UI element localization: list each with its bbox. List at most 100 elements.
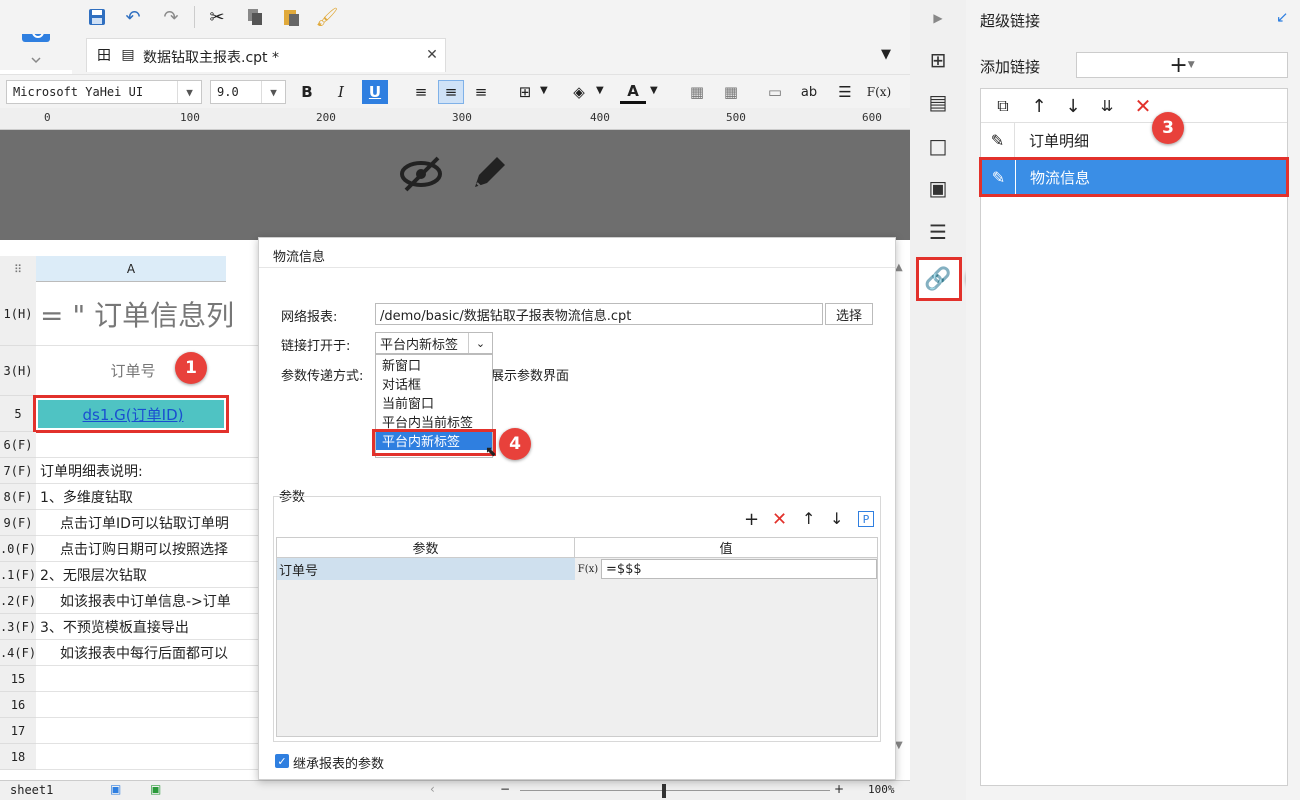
param-value-input[interactable]: =$$$	[601, 559, 877, 579]
sheet-cell[interactable]: 点击订单ID可以钻取订单明	[36, 510, 258, 536]
save-icon[interactable]	[84, 4, 110, 30]
paste-icon[interactable]	[278, 4, 304, 30]
row-header[interactable]: 16	[0, 692, 36, 718]
link-item-selected[interactable]: ✎ 物流信息	[982, 160, 1286, 194]
add-param-icon[interactable]: +	[744, 509, 759, 530]
font-color-icon[interactable]: A	[620, 80, 646, 104]
move-up-icon[interactable]: ↑	[1027, 94, 1051, 118]
chevron-down-icon[interactable]: ▼	[650, 85, 658, 96]
scroll-up-icon[interactable]: ▲	[895, 262, 903, 273]
link-item[interactable]: ✎ 订单明细	[981, 123, 1287, 157]
sheet-cell[interactable]	[36, 432, 258, 458]
dropdown-option[interactable]: 当前窗口	[376, 393, 492, 412]
row-header[interactable]: .2(F)	[0, 588, 36, 614]
row-header[interactable]: 17	[0, 718, 36, 744]
zoom-slider-thumb[interactable]	[662, 784, 666, 798]
add-link-button[interactable]: + ▼	[1076, 52, 1288, 78]
font-size-select[interactable]: 9.0 ▼	[210, 80, 286, 104]
close-icon[interactable]: ✕	[423, 46, 441, 64]
widget-icon[interactable]: ▣	[924, 174, 952, 202]
row-header[interactable]: 8(F)	[0, 484, 36, 510]
row-header[interactable]: 3(H)	[0, 346, 36, 396]
move-up-icon[interactable]: ↑	[802, 509, 815, 528]
row-header[interactable]: 5	[0, 396, 36, 432]
zoom-out-icon[interactable]: −	[500, 782, 510, 796]
align-left-icon[interactable]: ≡	[408, 80, 434, 104]
delete-link-icon[interactable]: ✕	[1131, 94, 1155, 118]
scroll-down-icon[interactable]: ▼	[895, 740, 903, 751]
open-in-select[interactable]: 平台内新标签 ⌄	[375, 332, 493, 354]
report-path-input[interactable]: /demo/basic/数据钻取子报表物流信息.cpt	[375, 303, 823, 325]
param-name-cell[interactable]: 订单号	[277, 558, 575, 580]
paragraph-icon[interactable]: ☰	[832, 80, 858, 104]
copy-link-icon[interactable]: ⧉	[991, 94, 1015, 118]
row-header[interactable]: 15	[0, 666, 36, 692]
hyperlink-icon[interactable]: 🔗	[924, 265, 952, 293]
cell-element-icon[interactable]: ⊞	[924, 46, 952, 74]
sheet-cell[interactable]	[36, 666, 258, 692]
sheet-cell[interactable]	[36, 744, 258, 770]
sheet-cell[interactable]: 1、多维度钻取	[36, 484, 258, 510]
inherit-checkbox[interactable]: ✓	[275, 754, 289, 768]
row-header[interactable]: 18	[0, 744, 36, 770]
sheet-cell[interactable]: 如该报表中订单信息->订单	[36, 588, 258, 614]
cut-icon[interactable]: ✂	[204, 4, 230, 30]
move-down-icon[interactable]: ↓	[830, 509, 843, 528]
row-header[interactable]: .1(F)	[0, 562, 36, 588]
text-button[interactable]: ab	[796, 80, 822, 104]
merge-cells-icon[interactable]: ▦	[684, 80, 710, 104]
zoom-in-icon[interactable]: +	[834, 782, 844, 796]
split-cells-icon[interactable]: ▦	[718, 80, 744, 104]
sheet-tab[interactable]: sheet1	[10, 783, 53, 797]
align-center-icon[interactable]: ≡	[438, 80, 464, 104]
tab-menu-icon[interactable]: ▼	[876, 44, 896, 64]
fill-color-icon[interactable]: ◈	[566, 80, 592, 104]
sheet-cell[interactable]	[36, 692, 258, 718]
sheet-cell[interactable]	[36, 718, 258, 744]
sheet-cell[interactable]: 3、不预览模板直接导出	[36, 614, 258, 640]
scroll-left-icon[interactable]: ‹	[430, 782, 435, 796]
format-painter-icon[interactable]: 🖌	[314, 4, 340, 30]
formula-icon[interactable]: F(x)	[577, 560, 599, 578]
collapse-arrow-icon[interactable]: ▶	[924, 4, 952, 32]
dropdown-option[interactable]: 对话框	[376, 374, 492, 393]
float-element-icon[interactable]: □	[924, 132, 952, 160]
dropdown-option[interactable]: 新窗口	[376, 355, 492, 374]
sheet-cell[interactable]: 点击订购日期可以按照选择	[36, 536, 258, 562]
cell-attribute-icon[interactable]: ▤	[924, 88, 952, 116]
move-down-icon[interactable]: ↓	[1061, 94, 1085, 118]
add-poly-sheet-icon[interactable]: ▣	[150, 782, 161, 796]
italic-button[interactable]: I	[328, 80, 354, 104]
sheet-cell[interactable]: 订单明细表说明:	[36, 458, 258, 484]
select-all-corner[interactable]: ⠿	[0, 256, 36, 282]
title-cell[interactable]: = " 订单信息列	[36, 282, 258, 346]
delete-param-icon[interactable]: ✕	[772, 509, 787, 530]
row-header[interactable]: 6(F)	[0, 432, 36, 458]
border-icon[interactable]: ⊞	[512, 80, 538, 104]
underline-button[interactable]: U	[362, 80, 388, 104]
sheet-cell[interactable]: 如该报表中每行后面都可以	[36, 640, 258, 666]
condition-icon[interactable]: ☰	[924, 218, 952, 246]
formula-button[interactable]: F(x)	[866, 80, 892, 104]
copy-icon[interactable]	[242, 4, 268, 30]
add-sheet-icon[interactable]: ▣	[110, 782, 121, 796]
row-header[interactable]: .3(F)	[0, 614, 36, 640]
align-right-icon[interactable]: ≡	[468, 80, 494, 104]
tab-main-report[interactable]: 田 ▤ 数据钻取主报表.cpt * ✕	[86, 38, 446, 72]
undo-icon[interactable]: ↶	[120, 4, 146, 30]
zoom-slider[interactable]	[520, 790, 830, 791]
hide-eye-icon[interactable]	[396, 152, 446, 196]
redo-icon[interactable]: ↷	[158, 4, 184, 30]
column-header-a[interactable]: A	[36, 256, 226, 282]
row-header[interactable]: .0(F)	[0, 536, 36, 562]
font-family-select[interactable]: Microsoft YaHei UI ▼	[6, 80, 202, 104]
bold-button[interactable]: B	[294, 80, 320, 104]
param-p-icon[interactable]: P	[858, 511, 874, 527]
chevron-down-icon[interactable]: ▼	[596, 85, 604, 96]
select-button[interactable]: 选择	[825, 303, 873, 325]
chevron-down-icon[interactable]: ▼	[540, 85, 548, 96]
row-header[interactable]: 9(F)	[0, 510, 36, 536]
row-header[interactable]: 1(H)	[0, 282, 36, 346]
row-header[interactable]: 7(F)	[0, 458, 36, 484]
sort-icon[interactable]: ⇊	[1095, 94, 1119, 118]
